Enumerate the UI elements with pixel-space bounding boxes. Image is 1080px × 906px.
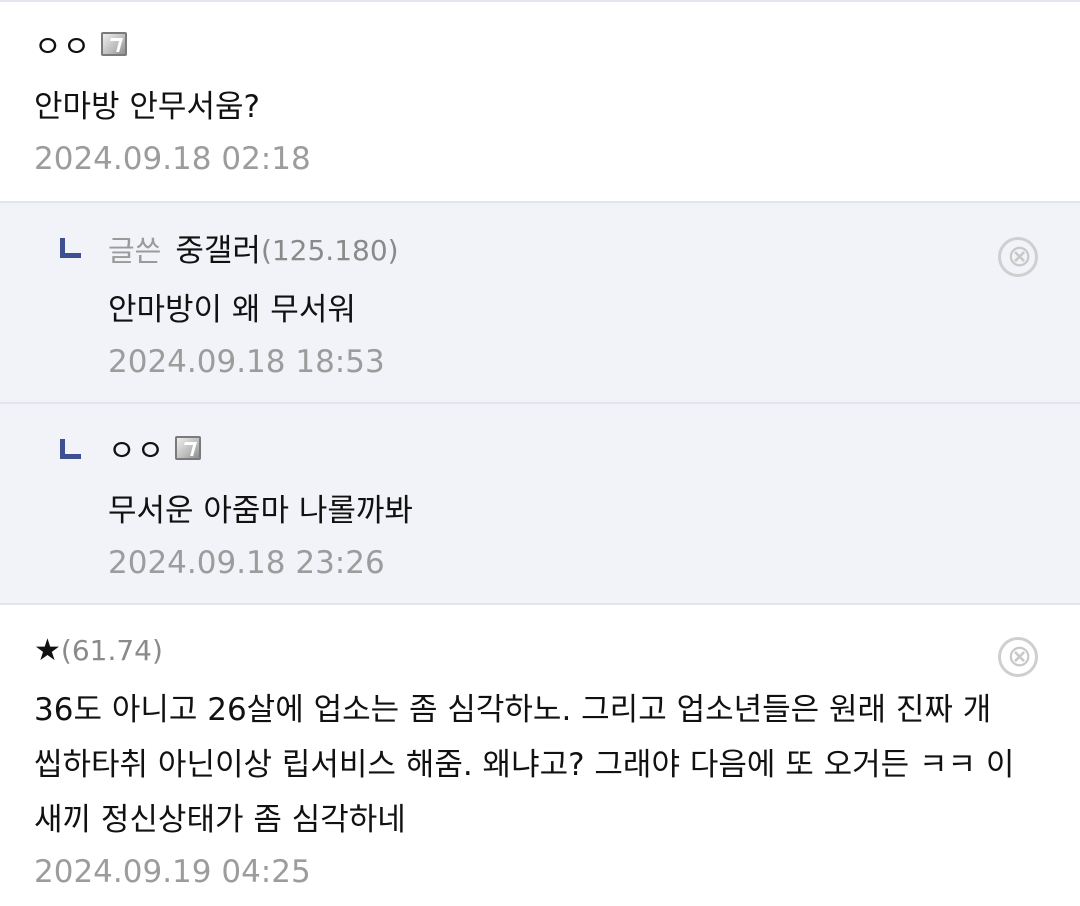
reply-ip: (125.180) — [260, 234, 399, 267]
fixed-nickname-icon — [101, 32, 128, 56]
reply-text: 안마방이 왜 무서워 — [108, 292, 356, 328]
reply-timestamp: 2024.09.18 18:53 — [108, 344, 385, 380]
reply-timestamp: 2024.09.18 23:26 — [108, 545, 385, 581]
delete-circle-icon[interactable]: ⊗ — [998, 637, 1038, 677]
comment-timestamp: 2024.09.19 04:25 — [34, 854, 311, 890]
delete-circle-icon[interactable]: ⊗ — [998, 237, 1038, 277]
comment-item: ㅇㅇ 안마방 안무서움? 2024.09.18 02:18 — [0, 0, 1080, 201]
comment-nickname[interactable]: ★ — [34, 631, 61, 671]
reply-text: 무서운 아줌마 나롤까봐 — [108, 493, 413, 529]
comment-header: ㅇㅇ — [34, 28, 1046, 68]
reply-header: ㅇㅇ — [108, 432, 1046, 472]
reply-nickname[interactable]: 중갤러 — [175, 231, 261, 271]
reply-item: ㅇㅇ 무서운 아줌마 나롤까봐 2024.09.18 23:26 — [0, 402, 1080, 603]
comment-text: 안마방 안무서움? — [34, 89, 260, 125]
comment-timestamp: 2024.09.18 02:18 — [34, 141, 311, 177]
fixed-nickname-icon — [175, 436, 202, 460]
comment-text: 36도 아니고 26살에 업소는 좀 심각하노. 그리고 업소년들은 원래 진짜… — [34, 692, 1015, 838]
reply-arrow-icon — [60, 238, 81, 258]
comment-header: ★ (61.74) — [34, 631, 1046, 671]
reply-nickname[interactable]: ㅇㅇ — [108, 432, 165, 472]
reply-item: 글쓴 중갤러 (125.180) 안마방이 왜 무서워 2024.09.18 1… — [0, 201, 1080, 402]
reply-header: 글쓴 중갤러 (125.180) — [108, 231, 1046, 271]
reply-arrow-icon — [60, 439, 81, 459]
op-label: 글쓴 — [108, 234, 162, 268]
comment-item: ★ (61.74) 36도 아니고 26살에 업소는 좀 심각하노. 그리고 업… — [0, 603, 1080, 906]
comment-nickname[interactable]: ㅇㅇ — [34, 28, 91, 68]
comment-ip: (61.74) — [60, 634, 163, 667]
